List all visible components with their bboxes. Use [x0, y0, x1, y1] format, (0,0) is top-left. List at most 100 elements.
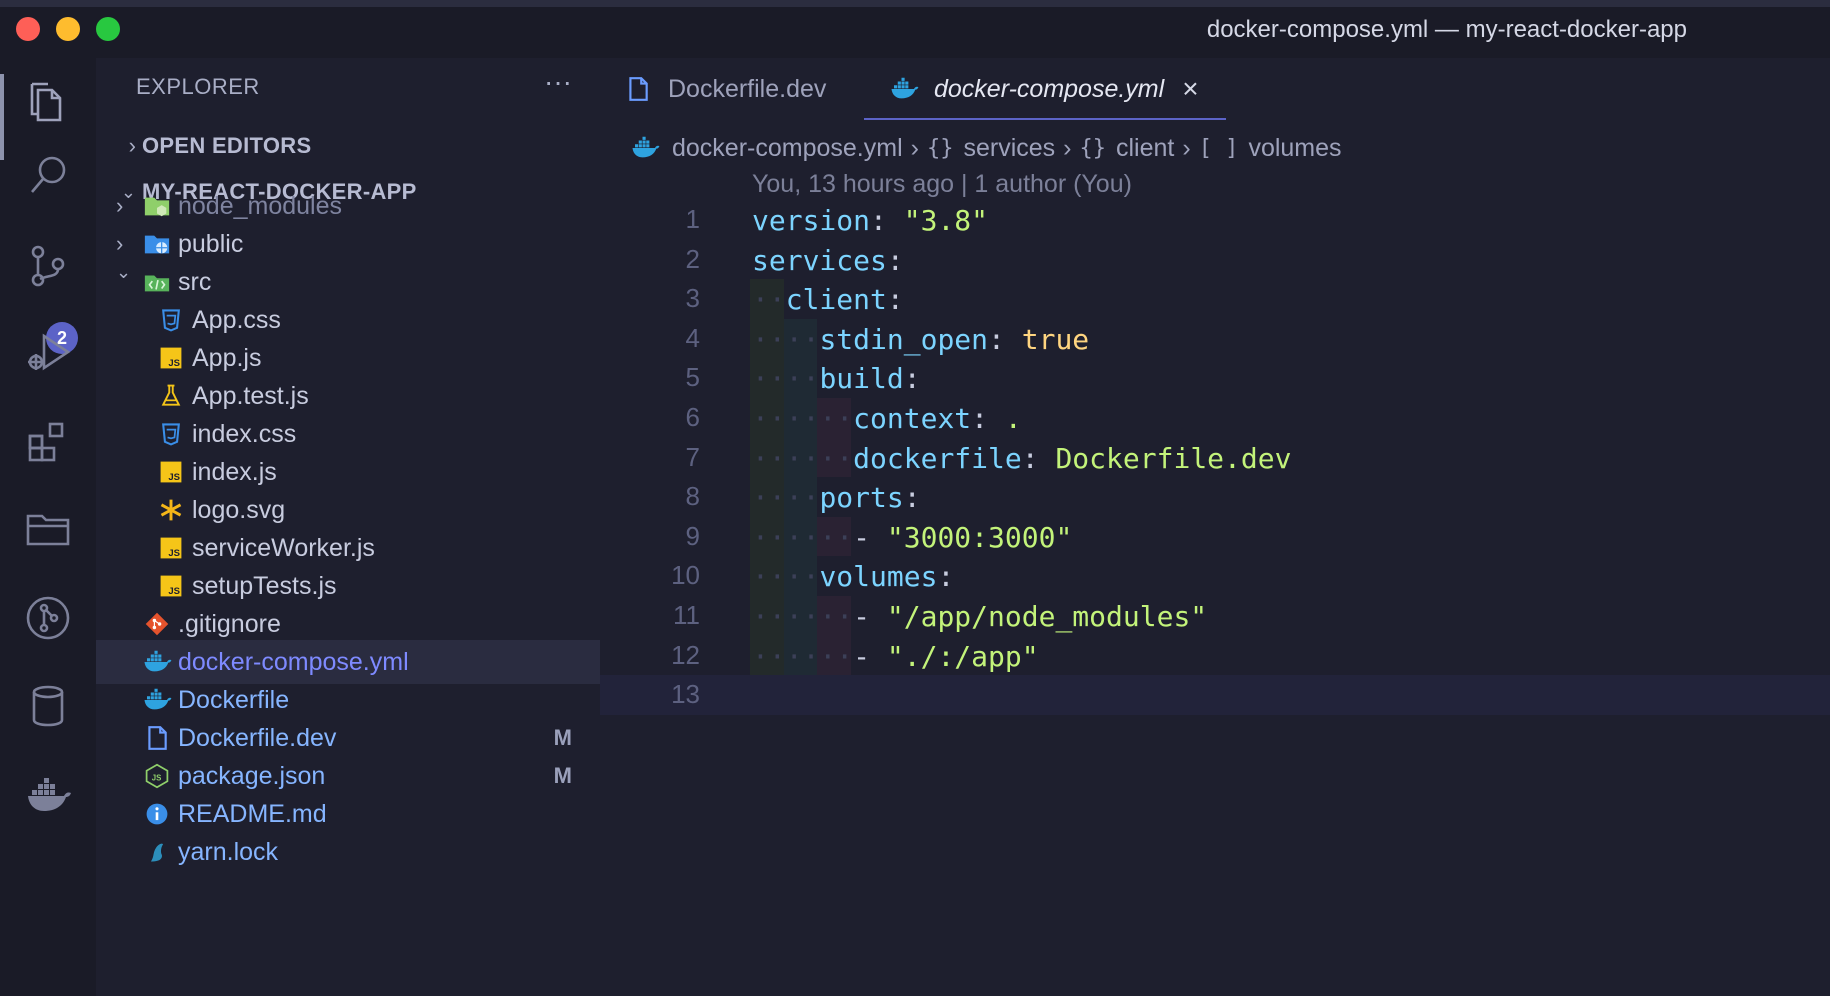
file-item[interactable]: yarn.lock [96, 830, 600, 874]
file-name: Dockerfile.dev [178, 723, 337, 752]
close-tab-icon[interactable]: × [1182, 73, 1198, 105]
docker-icon [142, 685, 172, 715]
code-line[interactable]: 7 ······dockerfile: Dockerfile.dev [600, 437, 1830, 478]
file-name: public [178, 229, 244, 258]
code-text: ······- "./:/app" [752, 639, 1039, 673]
code-line[interactable]: 1 version: "3.8" [600, 200, 1830, 240]
svg-star-icon [156, 495, 186, 525]
minimize-window-button[interactable] [56, 17, 80, 41]
file-name: .gitignore [178, 609, 281, 638]
code-line[interactable]: 4 ····stdin_open: true [600, 318, 1830, 359]
file-icon [142, 723, 172, 753]
breadcrumb-volumes[interactable]: volumes [1248, 134, 1341, 163]
line-number: 8 [685, 481, 700, 512]
line-number: 6 [685, 402, 700, 432]
test-flask-icon [156, 381, 186, 411]
tab-label: docker-compose.yml [934, 74, 1165, 103]
window-title: docker-compose.yml — my-react-docker-app [1206, 16, 1687, 43]
search-icon[interactable] [20, 146, 76, 202]
breadcrumb-services[interactable]: services [963, 134, 1055, 163]
array-symbol-icon: [ ] [1198, 135, 1239, 161]
line-number: 5 [685, 362, 700, 393]
tab-dockerfile-dev[interactable]: Dockerfile.dev [622, 58, 826, 120]
open-editors-section[interactable]: › OPEN EDITORS [96, 124, 600, 168]
editor-tabs: Dockerfile.dev docker-compose.yml × [600, 58, 1830, 120]
close-window-button[interactable] [16, 17, 40, 41]
folder-icon[interactable] [20, 500, 76, 556]
source-control-icon[interactable] [20, 238, 76, 294]
chevron-right-icon[interactable]: › [116, 231, 123, 257]
code-line[interactable]: 13 [600, 675, 1830, 715]
file-name: App.js [192, 343, 262, 372]
code-line[interactable]: 3 ··client: [600, 279, 1830, 319]
code-text: ······context: . [752, 402, 1022, 435]
breadcrumb-file[interactable]: docker-compose.yml [672, 134, 903, 163]
chevron-down-icon[interactable]: ⌄ [116, 262, 131, 283]
file-name: README.md [178, 799, 327, 828]
code-line[interactable]: 9 ······- "3000:3000" [600, 516, 1830, 557]
line-number: 2 [685, 243, 700, 274]
files-icon[interactable] [0, 74, 76, 160]
docker-icon[interactable] [20, 768, 76, 824]
line-number: 3 [685, 283, 700, 314]
git-blame-codelens[interactable]: You, 13 hours ago | 1 author (You) [752, 170, 1132, 199]
svg-text:JS: JS [168, 548, 180, 559]
file-name: App.test.js [192, 381, 309, 410]
database-icon[interactable] [20, 678, 76, 734]
file-name: setupTests.js [192, 571, 337, 600]
docker-icon [630, 133, 660, 163]
code-line[interactable]: 10 ····volumes: [600, 556, 1830, 596]
public-folder-icon [142, 229, 172, 259]
info-icon [142, 799, 172, 829]
code-line[interactable]: 6 ······context: . [600, 398, 1830, 438]
open-editors-label: OPEN EDITORS [142, 133, 312, 158]
code-line[interactable]: 5 ····build: [600, 358, 1830, 398]
line-number: 12 [671, 639, 700, 670]
title-bar: docker-compose.yml — my-react-docker-app [0, 0, 1830, 58]
tab-docker-compose[interactable]: docker-compose.yml × [864, 58, 1226, 120]
js-icon: JS [156, 343, 186, 373]
file-name: logo.svg [192, 495, 286, 524]
git-icon [142, 609, 172, 639]
code-text: ····stdin_open: true [752, 322, 1090, 356]
code-text: services: [752, 243, 904, 277]
src-folder-icon [142, 267, 172, 297]
code-line[interactable]: 8 ····ports: [600, 477, 1830, 517]
code-text: ······- "3000:3000" [752, 520, 1073, 554]
file-name: docker-compose.yml [178, 647, 409, 676]
code-text: ······- "/app/node_modules" [752, 600, 1208, 633]
file-name: Dockerfile [178, 685, 290, 714]
code-text: ····ports: [752, 481, 921, 515]
line-number: 7 [685, 441, 700, 472]
svg-text:JS: JS [168, 472, 180, 483]
explorer-sidebar: EXPLORER ··· › OPEN EDITORS ⌄ MY-REACT-D… [96, 58, 600, 996]
explorer-more-actions-button[interactable]: ··· [544, 66, 572, 98]
nodejs-icon: JS [142, 761, 172, 791]
extensions-icon[interactable] [20, 412, 76, 468]
code-line[interactable]: 12 ······- "./:/app" [600, 635, 1830, 676]
file-name: src [178, 267, 212, 296]
maximize-window-button[interactable] [96, 17, 120, 41]
js-icon: JS [156, 457, 186, 487]
code-text: ··client: [752, 283, 904, 317]
breadcrumb: docker-compose.yml › {} services › {} cl… [630, 128, 1342, 168]
line-number: 11 [673, 600, 700, 630]
file-name: yarn.lock [178, 837, 279, 866]
docker-icon [142, 647, 172, 677]
chevron-right-icon[interactable]: › [116, 193, 123, 219]
tab-label: Dockerfile.dev [668, 74, 827, 103]
css-icon [156, 419, 186, 449]
code-line[interactable]: 11 ······- "/app/node_modules" [600, 596, 1830, 636]
breadcrumb-client[interactable]: client [1116, 134, 1174, 163]
line-number: 1 [685, 204, 700, 234]
code-line[interactable]: 2 services: [600, 240, 1830, 280]
git-graph-icon[interactable] [20, 590, 76, 646]
code-text: ····build: [752, 362, 921, 396]
object-symbol-icon: {} [1079, 135, 1106, 161]
title-bar-top-edge [0, 0, 1830, 7]
svg-text:JS: JS [168, 586, 180, 597]
node-folder-icon [142, 191, 172, 221]
line-number: 9 [685, 520, 700, 551]
run-debug-icon[interactable] [20, 324, 76, 380]
file-name: index.js [192, 457, 277, 486]
